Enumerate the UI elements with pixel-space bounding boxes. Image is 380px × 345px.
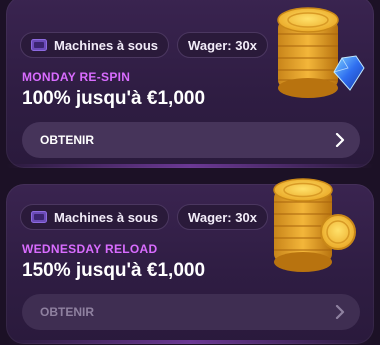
wager-chip: Wager: 30x (177, 204, 268, 230)
coins-gem-icon (277, 7, 365, 98)
slot-machine-icon (31, 39, 47, 51)
wager-chip-label: Wager: 30x (188, 209, 257, 225)
wager-chip-label: Wager: 30x (188, 37, 257, 53)
promo-name: WEDNESDAY RELOAD (22, 242, 158, 256)
promo-title: 150% jusqu'à €1,000 (22, 260, 206, 281)
slot-machine-icon (31, 211, 47, 223)
promo-card-monday: Machines à sous Wager: 30x MONDAY RE-SPI… (6, 0, 374, 168)
promo-name: MONDAY RE-SPIN (22, 70, 131, 84)
coins-icon (273, 178, 356, 272)
category-chip: Machines à sous (20, 32, 170, 58)
category-chip-label: Machines à sous (54, 209, 159, 225)
category-chip: Machines à sous (20, 204, 170, 230)
chevron-right-icon (335, 133, 345, 147)
claim-button[interactable]: OBTENIR (22, 122, 360, 158)
promo-tags: Machines à sous Wager: 30x (20, 204, 268, 230)
wager-chip: Wager: 30x (177, 32, 268, 58)
claim-button-label: OBTENIR (40, 305, 94, 319)
chevron-right-icon (335, 305, 345, 319)
promo-title: 100% jusqu'à €1,000 (22, 88, 206, 109)
promo-tags: Machines à sous Wager: 30x (20, 32, 268, 58)
category-chip-label: Machines à sous (54, 37, 159, 53)
claim-button-label: OBTENIR (40, 133, 94, 147)
claim-button[interactable]: OBTENIR (22, 294, 360, 330)
promo-card-wednesday: Machines à sous Wager: 30x WEDNESDAY REL… (6, 178, 374, 344)
